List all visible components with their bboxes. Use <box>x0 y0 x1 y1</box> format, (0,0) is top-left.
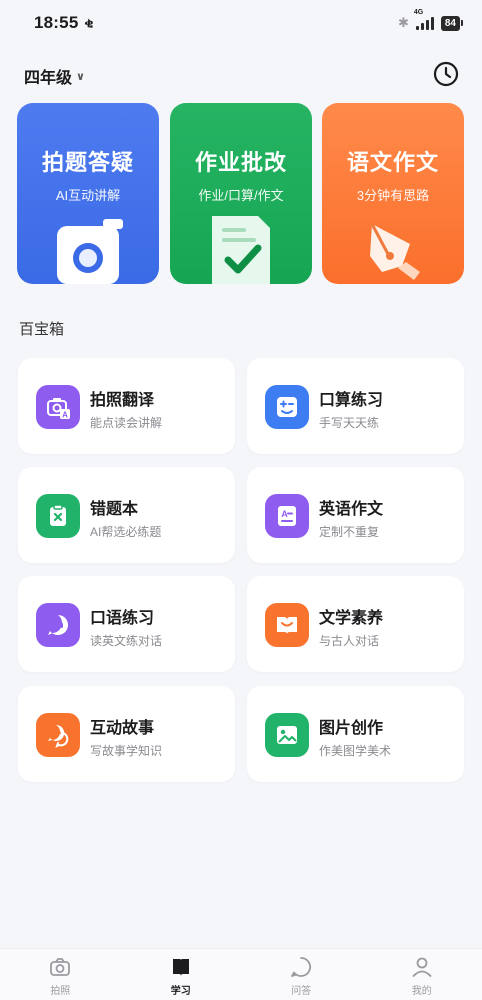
tool-desc: 写故事学知识 <box>90 744 163 758</box>
tool-desc: 定制不重复 <box>319 525 380 539</box>
tool-desc: AI帮选必练题 <box>90 525 162 539</box>
feature-title: 语文作文 <box>346 150 439 175</box>
clipboard-x-icon <box>36 494 80 538</box>
tab-photo[interactable]: 拍照 <box>0 949 121 1000</box>
camera-icon <box>57 219 123 284</box>
tab-label: 我的 <box>411 986 432 997</box>
tab-bar: 拍照 学习 问答 我的 <box>0 948 482 1000</box>
tab-label: 学习 <box>170 986 191 997</box>
tool-card-interactive-story[interactable]: 互动故事 写故事学知识 <box>18 686 235 782</box>
pen-nib-icon <box>370 222 420 280</box>
tool-desc: 作美图学美术 <box>319 744 392 758</box>
tool-name: 口算练习 <box>319 392 384 409</box>
grade-selector[interactable]: 四年级 ∨ <box>24 64 85 88</box>
feature-subtitle: AI互动讲解 <box>55 188 121 203</box>
tool-name: 互动故事 <box>90 720 155 737</box>
tool-name: 错题本 <box>90 501 139 518</box>
camera-translate-icon: A <box>36 385 80 429</box>
history-clock-icon[interactable] <box>432 60 460 88</box>
image-icon <box>265 713 309 757</box>
tab-profile[interactable]: 我的 <box>362 949 482 1000</box>
tool-card-mistake-book[interactable]: 错题本 AI帮选必练题 <box>18 467 235 563</box>
tool-desc: 读英文练对话 <box>90 634 163 648</box>
tab-label: 问答 <box>291 986 312 997</box>
tool-card-literature[interactable]: 文学素养 与古人对话 <box>247 576 464 672</box>
signal-tag: 4G <box>413 9 424 16</box>
speech-bubble-icon <box>36 603 80 647</box>
svg-text:A: A <box>62 411 68 420</box>
tool-name: 口语练习 <box>90 610 155 627</box>
status-time: 18:55 <box>34 13 79 32</box>
battery-icon: 84 <box>440 15 464 31</box>
tool-card-speaking-practice[interactable]: 口语练习 读英文练对话 <box>18 576 235 672</box>
tool-name: 图片创作 <box>319 720 384 737</box>
chevron-down-icon: ∨ <box>76 70 85 83</box>
profile-tab-icon <box>412 957 432 977</box>
feature-title: 拍题答疑 <box>41 150 134 175</box>
tool-card-photo-translate[interactable]: A 拍照翻译 能点读会讲解 <box>18 358 235 454</box>
camera-tab-icon <box>50 958 71 976</box>
chat-bubbles-icon <box>36 713 80 757</box>
checked-document-icon <box>212 216 270 284</box>
tool-card-mental-math[interactable]: 口算练习 手写天天练 <box>247 358 464 454</box>
calculation-icon <box>265 385 309 429</box>
grade-label: 四年级 <box>24 70 73 87</box>
tool-desc: 能点读会讲解 <box>90 416 163 430</box>
status-indicators: ✱ 4G 84 <box>397 9 464 31</box>
tool-name: 文学素养 <box>319 610 384 627</box>
tool-card-english-essay[interactable]: A 英语作文 定制不重复 <box>247 467 464 563</box>
tab-study[interactable]: 学习 <box>121 949 242 1000</box>
tool-desc: 手写天天练 <box>319 416 380 430</box>
feature-title: 作业批改 <box>194 150 287 175</box>
signal-icon: 4G <box>414 9 434 30</box>
book-tab-icon <box>172 959 189 976</box>
header: 四年级 ∨ <box>0 52 482 96</box>
chat-tab-icon <box>291 957 312 977</box>
network-activity-icon: ቂ <box>84 15 94 30</box>
bluetooth-icon: ✱ <box>397 15 409 30</box>
tool-name: 拍照翻译 <box>90 392 155 409</box>
status-bar: 18:55 ቂ ✱ 4G 84 <box>0 0 482 46</box>
section-title: 百宝箱 <box>19 321 65 338</box>
open-book-icon <box>265 603 309 647</box>
feature-card-chinese-essay[interactable]: 语文作文 3分钟有思路 <box>322 103 464 284</box>
tab-label: 拍照 <box>50 986 71 997</box>
letter-document-icon: A <box>265 494 309 538</box>
tool-desc: 与古人对话 <box>319 634 380 648</box>
feature-card-photo-answer[interactable]: 拍题答疑 AI互动讲解 <box>17 103 159 284</box>
tool-card-image-creation[interactable]: 图片创作 作美图学美术 <box>247 686 464 782</box>
tab-qa[interactable]: 问答 <box>241 949 362 1000</box>
feature-subtitle: 3分钟有思路 <box>356 188 430 203</box>
feature-card-homework-check[interactable]: 作业批改 作业/口算/作文 <box>170 103 312 284</box>
feature-subtitle: 作业/口算/作文 <box>198 188 284 203</box>
tool-name: 英语作文 <box>319 501 384 518</box>
